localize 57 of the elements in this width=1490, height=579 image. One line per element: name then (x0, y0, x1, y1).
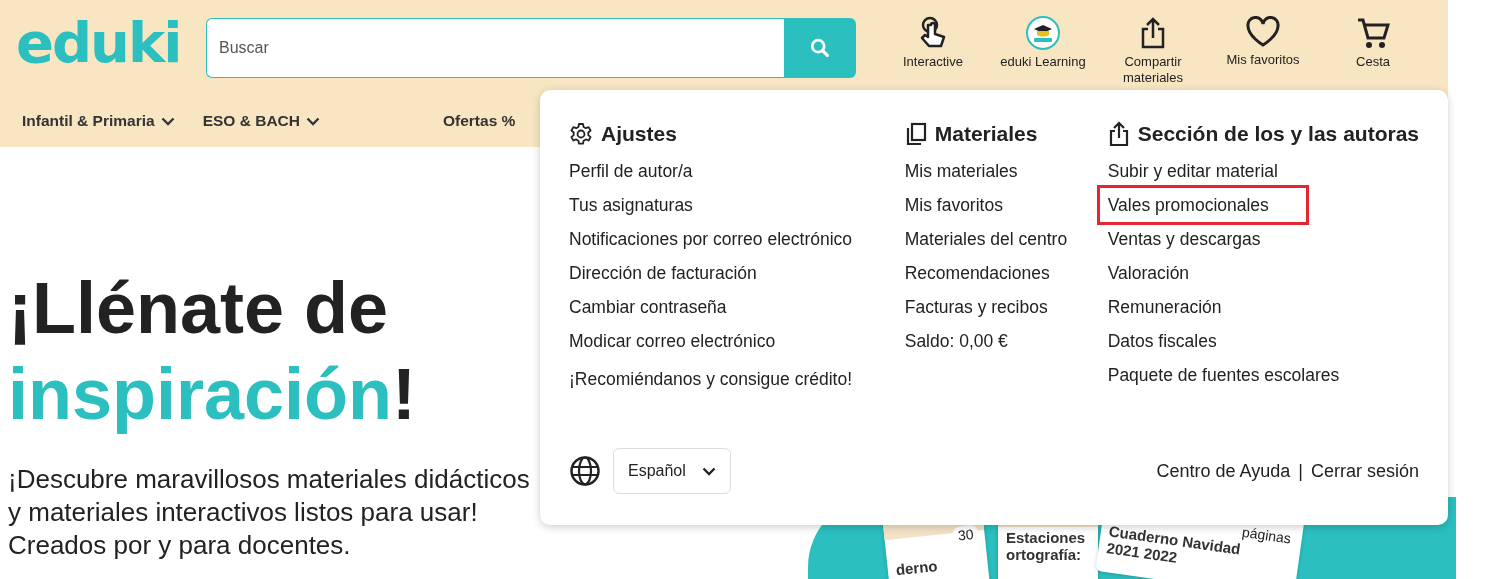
separator: | (1298, 460, 1303, 482)
menu-link[interactable]: Subir y editar material (1107, 154, 1278, 188)
menu-link[interactable]: Mis materiales (904, 154, 1018, 188)
chevron-down-icon (160, 116, 175, 126)
share-icon (1139, 16, 1167, 50)
hero-title: ¡Llénate de (8, 267, 389, 350)
menu-link[interactable]: Facturas y recibos (904, 290, 1048, 324)
chevron-down-icon (306, 116, 320, 126)
menu-link[interactable]: Datos fiscales (1107, 324, 1217, 358)
menu-link[interactable]: Saldo: 0,00 € (904, 324, 1008, 358)
menu-link[interactable]: Recomendaciones (904, 256, 1050, 290)
menu-link[interactable]: Remuneración (1107, 290, 1222, 324)
menu-link[interactable]: ¡Recomiéndanos y consigue crédito! (569, 362, 853, 396)
category-menu[interactable]: Infantil & Primaria (22, 112, 175, 130)
menu-section-title: Materiales (934, 122, 1038, 146)
menu-link[interactable]: Ventas y descargas (1107, 222, 1261, 256)
hero-subtitle: Creados por y para docentes. (8, 529, 351, 562)
menu-link[interactable]: Dirección de facturación (569, 256, 757, 290)
logout-link[interactable]: Cerrar sesión (1310, 460, 1419, 482)
graduation-cap-badge-icon (1026, 16, 1060, 50)
header-action-button[interactable]: Interactive (878, 16, 988, 70)
menu-link[interactable]: Valoración (1107, 256, 1190, 290)
header-action-button[interactable]: eduki Learning (988, 16, 1098, 70)
settings-icon (569, 122, 593, 146)
help-center-link[interactable]: Centro de Ayuda (1156, 460, 1291, 482)
chevron-down-icon (701, 466, 716, 476)
menu-link[interactable]: Modicar correo electrónico (569, 324, 776, 358)
copy-icon (904, 122, 927, 146)
header-action-button[interactable]: Cesta (1318, 16, 1428, 70)
heart-icon (1245, 16, 1281, 48)
search-field[interactable]: Buscar (206, 18, 784, 78)
search-icon (809, 37, 831, 59)
menu-link[interactable]: Mis favoritos (904, 188, 1003, 222)
menu-link[interactable]: Vales promocionales (1099, 188, 1306, 222)
menu-section-title: Sección de los y las autoras (1137, 122, 1419, 146)
cart-icon (1356, 16, 1390, 50)
menu-link[interactable]: Notificaciones por correo electrónico (569, 222, 853, 256)
card-title: derno (893, 556, 940, 579)
search-button[interactable] (784, 18, 856, 78)
card-title: Estaciones ortografía: (1005, 528, 1087, 565)
header-action-button[interactable]: Mis favoritos (1208, 16, 1318, 68)
menu-link[interactable]: Materiales del centro (904, 222, 1068, 256)
share-icon (1107, 121, 1130, 147)
hero-title: inspiración! (8, 353, 417, 436)
pointing-hand-icon (919, 16, 947, 50)
menu-link[interactable]: Cambiar contraseña (569, 290, 727, 324)
category-menu[interactable]: ESO & BACH (202, 112, 320, 130)
menu-section-title: Ajustes (601, 122, 677, 146)
menu-link[interactable]: Perfil de autor/a (569, 154, 693, 188)
hero-subtitle: y materiales interactivos listos para usar! (8, 496, 478, 529)
menu-link[interactable]: Tus asignaturas (569, 188, 693, 222)
menu-link[interactable]: Paquete de fuentes escolares (1107, 358, 1340, 392)
category-menu[interactable]: Ofertas % (443, 112, 516, 130)
header-action-button[interactable]: Compartir materiales (1098, 16, 1208, 86)
hero-subtitle: ¡Descubre maravillosos materiales didácticos (8, 463, 530, 496)
globe-icon (569, 455, 601, 487)
language-select[interactable]: Español (613, 448, 731, 494)
